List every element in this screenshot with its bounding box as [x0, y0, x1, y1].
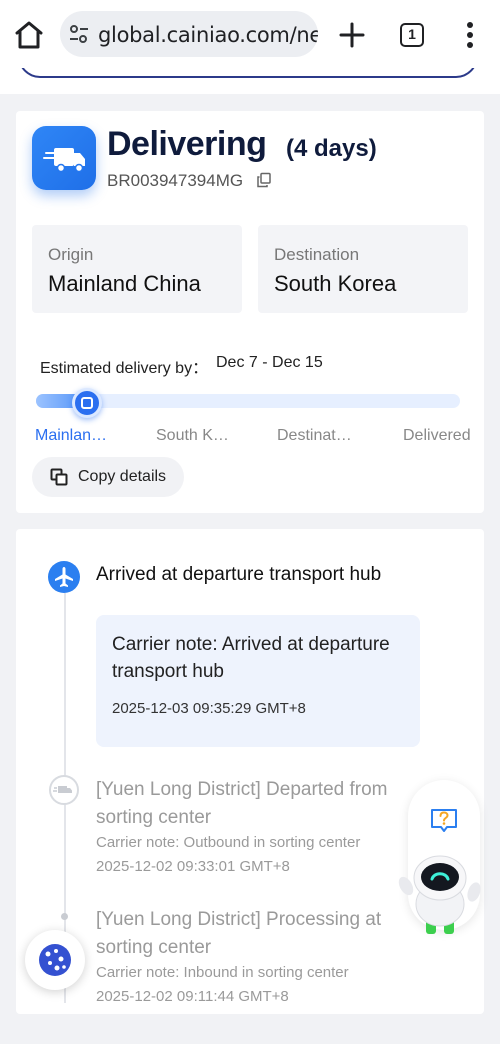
event-title: [Yuen Long District] Processing at sorti…: [96, 909, 382, 958]
address-bar[interactable]: global.cainiao.com/ne: [60, 11, 318, 57]
help-chat-icon[interactable]: [428, 804, 460, 836]
site-settings-icon[interactable]: [68, 23, 90, 45]
destination-label: Destination: [274, 245, 360, 264]
dot-icon: [61, 913, 68, 920]
destination-box: Destination South Korea: [258, 225, 468, 313]
airplane-icon: [48, 561, 80, 593]
cookie-settings-button[interactable]: [25, 930, 85, 990]
event-time: 2025-12-02 09:11:44 GMT+8: [96, 988, 289, 1005]
event-note: Carrier note: Arrived at departure trans…: [112, 634, 390, 682]
step-transit: South K…: [156, 427, 229, 444]
url-text[interactable]: global.cainiao.com/ne: [98, 23, 318, 47]
progress-package-icon: [72, 388, 102, 418]
copy-details-label: Copy details: [78, 468, 167, 485]
event-note-box: Carrier note: Arrived at departure trans…: [96, 615, 420, 747]
plus-icon[interactable]: [336, 19, 368, 51]
home-icon[interactable]: [12, 18, 46, 52]
event-note: Carrier note: Inbound in sorting center: [96, 964, 349, 981]
event-time: 2025-12-02 09:33:01 GMT+8: [96, 858, 290, 875]
tab-switcher-icon[interactable]: 1: [400, 23, 424, 47]
shipment-summary-card: Delivering (4 days) BR003947394MG Origin…: [16, 111, 484, 513]
event-time: 2025-12-03 09:35:29 GMT+8: [112, 700, 306, 717]
more-vert-icon[interactable]: [458, 20, 482, 50]
browser-toolbar: global.cainiao.com/ne 1: [0, 0, 500, 68]
event-title: [Yuen Long District] Departed from sorti…: [96, 779, 388, 828]
destination-value: South Korea: [274, 271, 397, 296]
status-duration: (4 days): [286, 135, 377, 162]
step-origin: Mainlan…: [35, 427, 108, 444]
delivery-truck-icon: [32, 126, 96, 190]
event-title: Arrived at departure transport hub: [96, 564, 382, 585]
eta-label: Estimated delivery by：: [40, 360, 209, 377]
cookie-icon: [39, 944, 71, 976]
copy-icon[interactable]: [256, 172, 272, 188]
robot-assistant-icon[interactable]: [396, 852, 486, 938]
event-note: Carrier note: Outbound in sorting center: [96, 834, 361, 851]
origin-label: Origin: [48, 245, 94, 264]
origin-value: Mainland China: [48, 271, 201, 296]
truck-icon: [49, 775, 79, 805]
copy-details-button[interactable]: Copy details: [32, 457, 184, 497]
eta-value: Dec 7 - Dec 15: [216, 354, 323, 371]
origin-box: Origin Mainland China: [32, 225, 242, 313]
search-bar-remnant[interactable]: [18, 68, 478, 78]
copy-icon: [50, 468, 68, 486]
step-delivered: Delivered: [403, 427, 471, 444]
step-destination: Destinat…: [277, 427, 352, 444]
tracking-number: BR003947394MG: [107, 171, 244, 190]
tracking-timeline-card: Arrived at departure transport hub Carri…: [16, 529, 484, 1014]
status-title: Delivering: [107, 125, 267, 163]
